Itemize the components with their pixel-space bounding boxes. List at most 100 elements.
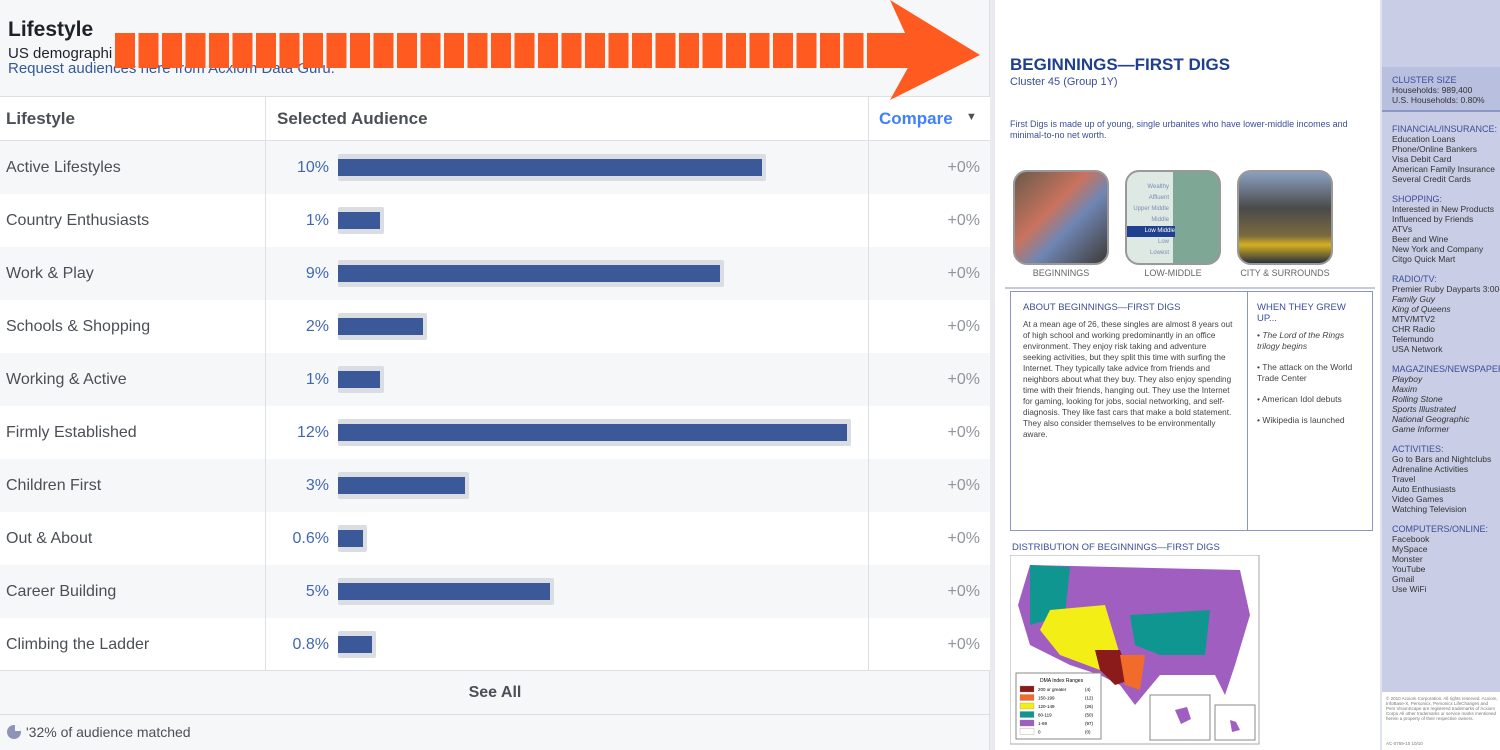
grew-up-box: WHEN THEY GREW UP... The Lord of the Rin… [1248, 291, 1373, 531]
image-caption: BEGINNINGS [1032, 268, 1090, 278]
sidebar-item: Watching Television [1392, 504, 1467, 514]
table-row: Career Building 5% +0% [0, 565, 990, 618]
bar-fill [338, 371, 381, 388]
cluster-document: BEGINNINGS—FIRST DIGS Cluster 45 (Group … [995, 0, 1380, 750]
svg-text:(97): (97) [1085, 721, 1094, 726]
sidebar-section: COMPUTERS/ONLINE: Facebook MySpace Monster Y… [1392, 524, 1489, 594]
row-compare: +0% [947, 211, 980, 229]
sidebar-item: Education Loans [1392, 134, 1456, 144]
see-all-button[interactable]: See All [0, 670, 990, 715]
audience-insights-panel: Lifestyle US demographi Request audience… [0, 0, 990, 750]
chevron-down-icon[interactable]: ▼ [966, 111, 977, 123]
svg-text:(26): (26) [1085, 704, 1094, 709]
about-text: At a mean age of 26, these singles are a… [1023, 320, 1233, 439]
svg-text:80-119: 80-119 [1038, 713, 1052, 718]
row-percent: 0.6% [292, 529, 329, 547]
sidebar-item: Family Guy [1392, 294, 1435, 304]
image-caption: CITY & SURROUNDS [1240, 268, 1330, 278]
table-row: Country Enthusiasts 1% +0% [0, 194, 990, 247]
pie-chart-icon [7, 725, 21, 739]
sidebar-item: Go to Bars and Nightclubs [1392, 454, 1492, 464]
doc-title: BEGINNINGS—FIRST DIGS [1010, 55, 1231, 74]
row-percent: 0.8% [292, 635, 329, 653]
row-compare: +0% [947, 158, 980, 176]
svg-text:(12): (12) [1085, 696, 1094, 701]
about-box: ABOUT BEGINNINGS—FIRST DIGS At a mean ag… [1010, 291, 1248, 531]
table-row: Children First 3% +0% [0, 459, 990, 512]
compare-dropdown[interactable]: Compare [879, 109, 953, 129]
table-row: Active Lifestyles 10% +0% [0, 141, 990, 194]
sidebar-item: Visa Debit Card [1392, 154, 1452, 164]
sidebar-item: American Family Insurance [1392, 164, 1495, 174]
beginnings-image [1013, 170, 1109, 265]
row-percent: 10% [296, 158, 329, 176]
header-lifestyle: Lifestyle [6, 108, 75, 128]
svg-text:200 or greater: 200 or greater [1038, 687, 1067, 692]
sidebar-item: MTV/MTV2 [1392, 314, 1435, 324]
sidebar-section: RADIO/TV: Premier Ruby Dayparts 3:00-7 Fam… [1392, 274, 1500, 354]
row-label: Country Enthusiasts [6, 211, 150, 229]
distribution-map: DMA Index Ranges 200 or greater (4) 150-19… [1010, 555, 1260, 745]
bar-fill [338, 318, 423, 335]
sidebar-item: National Geographic [1392, 414, 1470, 424]
grew-up-title: WHEN THEY GREW UP... [1257, 302, 1346, 324]
row-label: Career Building [6, 582, 117, 600]
svg-text:120-149: 120-149 [1038, 704, 1055, 709]
sidebar-item: Travel [1392, 474, 1416, 484]
bar-fill [338, 212, 381, 229]
about-title: ABOUT BEGINNINGS—FIRST DIGS [1023, 302, 1181, 313]
row-percent: 5% [305, 582, 329, 600]
row-percent: 2% [305, 317, 329, 335]
map-title: DISTRIBUTION OF BEGINNINGS—FIRST DIGS [1012, 542, 1220, 553]
row-compare: +0% [947, 423, 980, 441]
matched-text: '32% of audience matched [26, 724, 191, 740]
sidebar-item: YouTube [1392, 564, 1426, 574]
bar-fill [338, 530, 364, 547]
sidebar-item: Beer and Wine [1392, 234, 1449, 244]
doc-cluster: Cluster 45 (Group 1Y) [1010, 76, 1118, 88]
sidebar-item: Several Credit Cards [1392, 174, 1471, 184]
sidebar-item: Influenced by Friends [1392, 214, 1474, 224]
doc-intro: First Digs is made up of young, single u… [1010, 119, 1348, 140]
sidebar-item: Adrenaline Activities [1392, 464, 1469, 474]
sidebar-item: Citgo Quick Mart [1392, 254, 1456, 264]
row-label: Working & Active [6, 370, 127, 388]
sidebar-item: Gmail [1392, 574, 1415, 584]
sidebar-item: Video Games [1392, 494, 1444, 504]
image-caption: LOW-MIDDLE [1144, 268, 1202, 278]
svg-text:(4): (4) [1085, 687, 1091, 692]
sidebar-item: ATVs [1392, 224, 1413, 234]
svg-text:(50): (50) [1085, 713, 1094, 718]
bar-fill [338, 265, 720, 282]
sidebar-item: New York and Company [1392, 244, 1484, 254]
panel-title: Lifestyle [8, 18, 94, 41]
row-label: Schools & Shopping [6, 317, 151, 335]
svg-text:DMA Index Ranges: DMA Index Ranges [1040, 678, 1084, 684]
table-row: Working & Active 1% +0% [0, 353, 990, 406]
lifestyle-table: Lifestyle Selected Audience Compare ▼ Ac… [0, 96, 990, 671]
bar-fill [338, 477, 466, 494]
bar-fill [338, 636, 372, 653]
sidebar-item: Premier Ruby Dayparts 3:00-7 [1392, 284, 1500, 294]
row-compare: +0% [947, 635, 980, 653]
sidebar-item: Sports Illustrated [1392, 404, 1456, 414]
row-label: Climbing the Ladder [6, 635, 150, 653]
row-compare: +0% [947, 529, 980, 547]
table-row: Work & Play 9% +0% [0, 247, 990, 300]
row-percent: 1% [305, 211, 329, 229]
row-label: Active Lifestyles [6, 158, 121, 176]
table-row: Climbing the Ladder 0.8% +0% [0, 618, 990, 671]
header-selected-audience: Selected Audience [277, 109, 428, 128]
cluster-sidebar: CLUSTER SIZE Households: 989,400 U.S. Ho… [1380, 0, 1500, 750]
svg-text:150-199: 150-199 [1038, 696, 1055, 701]
bar-fill [338, 583, 550, 600]
cluster-size: CLUSTER SIZE Households: 989,400 U.S. Ho… [1382, 67, 1500, 112]
row-compare: +0% [947, 370, 980, 388]
row-label: Work & Play [6, 264, 94, 282]
sidebar-item: CHR Radio [1392, 324, 1435, 334]
row-percent: 3% [305, 476, 329, 494]
sidebar-item: USA Network [1392, 344, 1443, 354]
sidebar-item: MySpace [1392, 544, 1428, 554]
sidebar-item: Game Informer [1392, 424, 1450, 434]
sidebar-section: FINANCIAL/INSURANCE: Education Loans Phone… [1392, 124, 1498, 184]
